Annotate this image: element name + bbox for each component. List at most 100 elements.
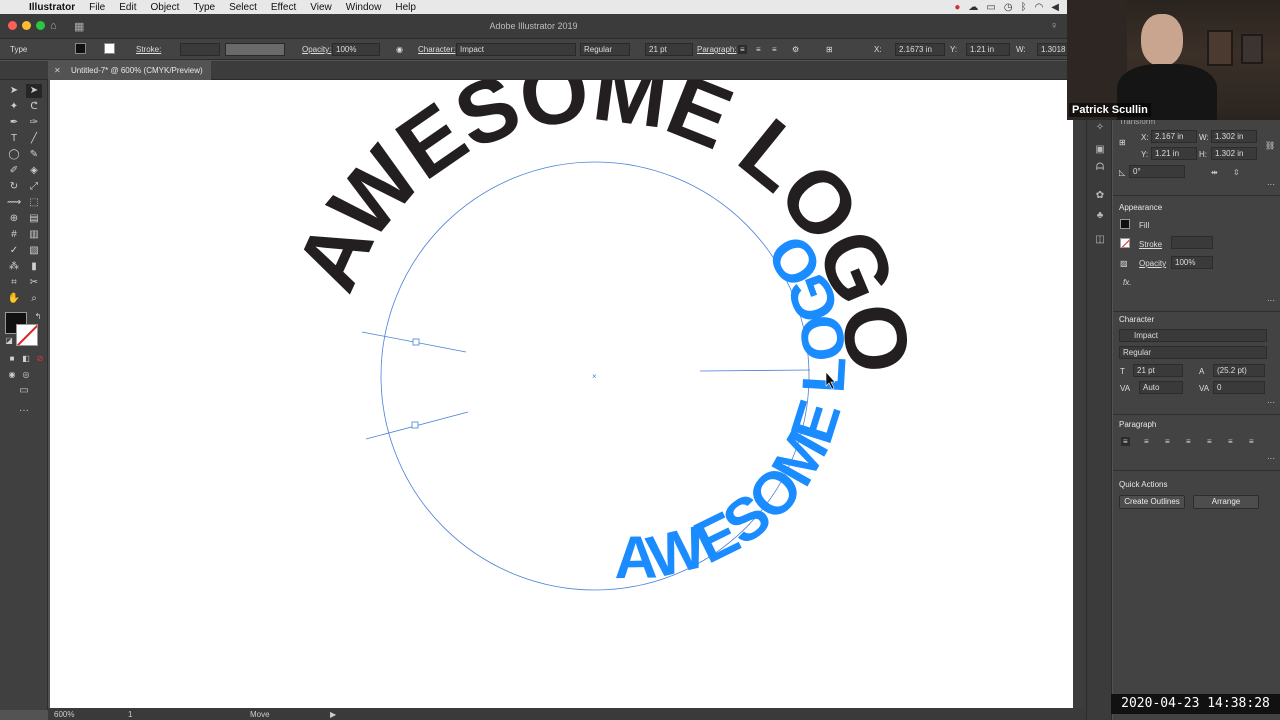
appearance-stroke-label[interactable]: Stroke xyxy=(1139,240,1162,249)
gradient-tool-icon[interactable]: ▥ xyxy=(26,228,42,242)
scale-tool-icon[interactable]: ⤢ xyxy=(26,180,42,194)
line-tool-icon[interactable]: ╱ xyxy=(26,132,42,146)
circular-text-artwork[interactable]: AWESOME LOGO AWESOME LOGO × xyxy=(50,80,1073,708)
paragraph-justify-all-icon[interactable]: ≡ xyxy=(1249,437,1254,446)
status-menu-arrow[interactable]: ▶ xyxy=(330,710,336,719)
lasso-tool-icon[interactable]: ᕦ xyxy=(26,100,42,114)
stroke-color-box[interactable] xyxy=(16,324,38,346)
flip-vertical-icon[interactable]: ⇳ xyxy=(1233,168,1240,177)
slice-tool-icon[interactable]: ✂ xyxy=(26,276,42,290)
curvature-tool-icon[interactable]: ✑ xyxy=(26,116,42,130)
paragraph-align-right-icon[interactable]: ≡ xyxy=(1165,437,1170,446)
appearance-stroke-weight[interactable] xyxy=(1171,236,1213,249)
constrain-proportions-icon[interactable]: ⛓ xyxy=(1265,141,1275,150)
menu-view[interactable]: View xyxy=(303,2,339,13)
rotate-angle-field[interactable]: 0° xyxy=(1129,165,1185,178)
selection-tool-icon[interactable]: ➤ xyxy=(6,84,22,98)
menu-type[interactable]: Type xyxy=(186,2,222,13)
paragraph-align-left-icon[interactable]: ≡ xyxy=(1121,437,1130,446)
free-transform-tool-icon[interactable]: ⬚ xyxy=(26,196,42,210)
character-style-select[interactable]: Regular xyxy=(1119,346,1267,359)
magic-wand-tool-icon[interactable]: ✦ xyxy=(6,100,22,114)
ellipse-tool-icon[interactable]: ◯ xyxy=(6,148,22,162)
perspective-grid-tool-icon[interactable]: ▤ xyxy=(26,212,42,226)
time-machine-icon[interactable]: ◷ xyxy=(1004,2,1013,13)
artboard-canvas[interactable]: AWESOME LOGO AWESOME LOGO × xyxy=(50,80,1073,708)
menu-file[interactable]: File xyxy=(82,2,112,13)
character-font-select[interactable]: Impact xyxy=(1119,329,1267,342)
font-size-field[interactable]: 21 pt xyxy=(645,43,693,56)
draw-behind-icon[interactable]: ◎ xyxy=(18,368,34,382)
layers-panel-icon[interactable]: ◫ xyxy=(1094,234,1106,246)
appearance-opacity-label[interactable]: Opacity xyxy=(1139,259,1166,268)
fx-icon[interactable]: fx. xyxy=(1123,278,1131,287)
paintbrush-tool-icon[interactable]: ✎ xyxy=(26,148,42,162)
none-mode-icon[interactable]: ⊘ xyxy=(32,352,48,366)
stroke-swatch[interactable] xyxy=(104,43,115,54)
document-tab[interactable]: ✕ Untitled-7* @ 600% (CMYK/Preview) xyxy=(48,61,211,80)
artboard-number[interactable]: 1 xyxy=(128,710,132,719)
rotate-tool-icon[interactable]: ↻ xyxy=(6,180,22,194)
wifi-icon[interactable]: ◠ xyxy=(1035,2,1044,13)
character-leading-field[interactable]: (25.2 pt) xyxy=(1213,364,1265,377)
more-character-icon[interactable]: ··· xyxy=(1267,398,1275,407)
cloud-icon[interactable]: ☁ xyxy=(968,2,978,13)
path-anchor-bottom[interactable] xyxy=(411,421,419,429)
more-paragraph-icon[interactable]: ··· xyxy=(1267,454,1275,463)
stroke-label[interactable]: Stroke: xyxy=(136,45,161,54)
paragraph-justify-right-icon[interactable]: ≡ xyxy=(1228,437,1233,446)
menu-app[interactable]: Illustrator xyxy=(22,2,82,13)
column-graph-tool-icon[interactable]: ▮ xyxy=(26,260,42,274)
more-transform-icon[interactable]: ··· xyxy=(1267,180,1275,189)
eraser-tool-icon[interactable]: ◈ xyxy=(26,164,42,178)
mesh-tool-icon[interactable]: # xyxy=(6,228,22,242)
flip-horizontal-icon[interactable]: ⇹ xyxy=(1211,168,1218,177)
brushes-panel-icon[interactable]: ✿ xyxy=(1094,190,1106,202)
width-tool-icon[interactable]: ⟿ xyxy=(6,196,22,210)
edit-toolbar-icon[interactable]: ··· xyxy=(16,404,32,418)
align-to-icon[interactable]: ⊞ xyxy=(826,45,833,54)
shape-builder-tool-icon[interactable]: ⊕ xyxy=(6,212,22,226)
vertical-scrollbar[interactable] xyxy=(1073,80,1086,708)
default-colors-icon[interactable]: ◪ xyxy=(1,334,17,348)
pen-tool-icon[interactable]: ✒ xyxy=(6,116,22,130)
character-label[interactable]: Character: xyxy=(418,45,455,54)
direct-selection-tool-icon[interactable]: ➤ xyxy=(26,84,42,98)
status-tool-hint[interactable]: Move xyxy=(250,710,270,719)
zoom-level[interactable]: 600% xyxy=(54,710,74,719)
character-kerning-field[interactable]: Auto xyxy=(1139,381,1183,394)
transform-w-field[interactable]: 1.302 in xyxy=(1211,130,1257,143)
x-position-field[interactable]: 2.1673 in xyxy=(895,43,945,56)
appearance-stroke-swatch[interactable] xyxy=(1120,238,1130,248)
screen-mode-icon[interactable]: ▭ xyxy=(16,384,32,398)
create-outlines-button[interactable]: Create Outlines xyxy=(1119,495,1185,509)
menu-effect[interactable]: Effect xyxy=(264,2,303,13)
transform-x-field[interactable]: 2.167 in xyxy=(1151,130,1197,143)
character-tracking-field[interactable]: 0 xyxy=(1213,381,1265,394)
transform-h-field[interactable]: 1.302 in xyxy=(1211,147,1257,160)
glyphs-panel-icon[interactable]: ᗩ xyxy=(1094,162,1106,174)
opacity-label[interactable]: Opacity: xyxy=(302,45,331,54)
bluetooth-icon[interactable]: ᛒ xyxy=(1021,2,1027,13)
arrange-button[interactable]: Arrange xyxy=(1193,495,1259,509)
font-family-select[interactable]: Impact xyxy=(456,43,576,56)
transform-options-icon[interactable]: ⚙ xyxy=(792,45,799,54)
menu-edit[interactable]: Edit xyxy=(112,2,143,13)
libraries-panel-icon[interactable]: ▣ xyxy=(1094,144,1106,156)
menu-select[interactable]: Select xyxy=(222,2,264,13)
path-anchor-top[interactable] xyxy=(412,338,420,346)
symbols-panel-icon[interactable]: ♣ xyxy=(1094,210,1106,222)
hand-tool-icon[interactable]: ✋ xyxy=(6,292,22,306)
menu-object[interactable]: Object xyxy=(143,2,186,13)
airplay-icon[interactable]: ▭ xyxy=(986,2,995,13)
zoom-tool-icon[interactable]: ⌕ xyxy=(26,292,42,306)
close-tab-icon[interactable]: ✕ xyxy=(54,66,61,75)
variable-width-profile[interactable] xyxy=(225,43,285,56)
opacity-field[interactable]: 100% xyxy=(332,43,380,56)
blend-tool-icon[interactable]: ▧ xyxy=(26,244,42,258)
swap-fill-stroke-icon[interactable]: ↰ xyxy=(30,310,46,324)
eyedropper-tool-icon[interactable]: ✓ xyxy=(6,244,22,258)
paragraph-label[interactable]: Paragraph: xyxy=(697,45,737,54)
properties-panel-icon[interactable]: ✧ xyxy=(1094,122,1106,134)
more-appearance-icon[interactable]: ··· xyxy=(1267,296,1275,305)
